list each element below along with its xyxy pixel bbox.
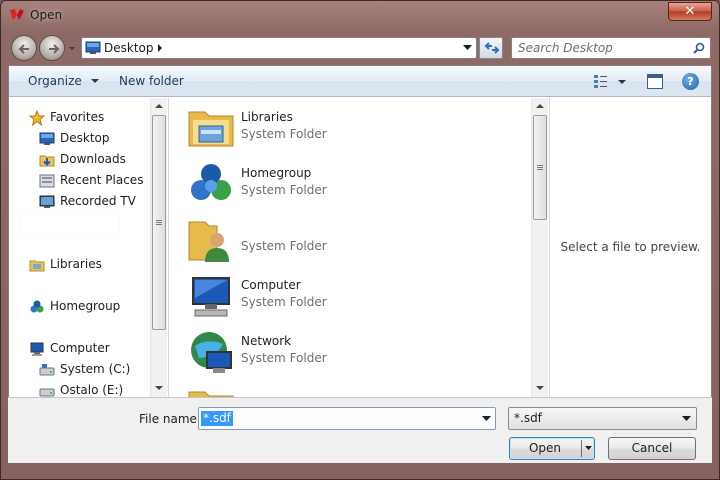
file-type: System Folder — [241, 127, 327, 141]
scroll-thumb[interactable] — [533, 115, 547, 220]
title-bar[interactable]: Open ✕ — [1, 1, 719, 31]
redacted-file-name — [235, 218, 297, 234]
star-icon — [29, 110, 45, 126]
file-name: Computer — [241, 278, 301, 292]
file-name: Homegroup — [241, 166, 312, 180]
open-options-dropdown-icon[interactable] — [585, 446, 592, 451]
organize-label: Organize — [28, 74, 82, 88]
scroll-down-icon[interactable] — [155, 385, 163, 391]
file-entry-bar: File name: *.sdf *.sdf Open Cancel — [8, 397, 712, 463]
nav-label: Favorites — [50, 110, 105, 124]
cancel-button[interactable]: Cancel — [608, 437, 696, 460]
search-box[interactable]: Search Desktop — [511, 37, 711, 59]
file-type-select[interactable]: *.sdf — [508, 407, 697, 430]
nav-label: Downloads — [60, 152, 126, 166]
scroll-thumb[interactable] — [152, 115, 166, 330]
file-name-field[interactable]: *.sdf — [198, 407, 496, 430]
split-divider — [581, 440, 582, 457]
help-icon[interactable]: ? — [682, 73, 699, 90]
nav-pane-scrollbar[interactable] — [150, 98, 167, 398]
folder-icon — [188, 391, 234, 398]
organize-menu[interactable]: Organize — [28, 74, 99, 88]
navigation-pane: Favorites Desktop Downloads Recent Place… — [9, 98, 167, 398]
file-list: Libraries System Folder Homegroup System… — [169, 98, 549, 398]
redacted-nav-item — [21, 211, 119, 237]
file-name: Network — [241, 334, 292, 348]
downloads-folder-icon — [39, 155, 55, 167]
file-name-value[interactable]: *.sdf — [201, 411, 233, 426]
recent-locations-dropdown-icon[interactable] — [67, 43, 77, 53]
nav-label: System (C:) — [60, 362, 131, 376]
chevron-down-icon — [682, 416, 691, 421]
forward-arrow-icon — [49, 44, 60, 54]
file-name-label: File name: — [139, 412, 201, 426]
search-input[interactable]: Search Desktop — [518, 41, 613, 55]
scroll-up-icon[interactable] — [155, 103, 163, 109]
computer-icon — [192, 277, 230, 317]
new-folder-button[interactable]: New folder — [119, 74, 184, 88]
recorded-tv-icon — [39, 195, 55, 208]
libraries-icon — [188, 111, 234, 147]
refresh-icon — [484, 42, 500, 54]
file-list-scrollbar[interactable] — [531, 98, 548, 398]
nav-label: Computer — [50, 341, 110, 355]
back-arrow-icon — [18, 44, 29, 54]
back-button[interactable] — [11, 35, 37, 61]
chevron-down-icon[interactable] — [463, 45, 472, 51]
file-name: Libraries — [241, 110, 293, 124]
window-title: Open — [30, 8, 63, 22]
close-button[interactable]: ✕ — [668, 2, 712, 21]
nav-label: Recent Places — [60, 173, 144, 187]
app-icon — [10, 9, 24, 20]
command-bar: Organize New folder ? — [9, 66, 711, 97]
preview-pane-toggle[interactable] — [647, 74, 663, 89]
file-type: System Folder — [241, 239, 327, 253]
drive-icon — [39, 364, 55, 376]
chevron-right-icon[interactable] — [156, 43, 164, 53]
address-bar[interactable]: Desktop — [81, 37, 477, 59]
homegroup-icon — [30, 300, 44, 313]
address-location[interactable]: Desktop — [104, 41, 154, 55]
desktop-icon — [39, 132, 55, 145]
scroll-up-icon[interactable] — [536, 103, 544, 109]
nav-label: Recorded TV — [60, 194, 136, 208]
recent-places-icon — [39, 174, 55, 188]
nav-label: Homegroup — [50, 299, 121, 313]
file-type-value: *.sdf — [514, 411, 542, 425]
preview-pane: Select a file to preview. — [550, 98, 711, 398]
list-item[interactable]: Computer System Folder — [187, 270, 527, 324]
file-type: System Folder — [241, 351, 327, 365]
chevron-down-icon — [90, 79, 99, 83]
nav-label: Desktop — [60, 131, 110, 145]
preview-message: Select a file to preview. — [560, 240, 701, 254]
nav-label: Libraries — [50, 257, 102, 271]
nav-label: Ostalo (E:) — [60, 383, 124, 397]
search-icon[interactable] — [693, 42, 705, 55]
views-icon — [594, 75, 626, 88]
list-item[interactable]: System Folder — [187, 214, 527, 268]
file-type: System Folder — [241, 183, 327, 197]
change-view-button[interactable] — [592, 73, 628, 91]
open-label: Open — [528, 441, 562, 455]
forward-button[interactable] — [39, 35, 65, 61]
computer-icon — [30, 342, 44, 356]
user-folder-icon — [188, 221, 229, 262]
refresh-button[interactable] — [479, 37, 503, 59]
file-type: System Folder — [241, 295, 327, 309]
list-item[interactable]: Network System Folder — [187, 326, 527, 380]
navigation-bar: Desktop Search Desktop — [1, 31, 719, 63]
libraries-icon — [29, 260, 45, 272]
list-item-partial[interactable] — [187, 382, 527, 398]
list-item[interactable]: Libraries System Folder — [187, 102, 527, 156]
homegroup-icon — [191, 164, 231, 200]
network-icon — [191, 332, 232, 373]
desktop-icon — [85, 41, 101, 54]
chevron-down-icon[interactable] — [482, 416, 491, 422]
open-dialog-window: Open ✕ Desktop Search Desktop Organize N… — [0, 0, 720, 480]
scroll-down-icon[interactable] — [536, 385, 544, 391]
open-button[interactable]: Open — [509, 437, 595, 460]
list-item[interactable]: Homegroup System Folder — [187, 158, 527, 212]
